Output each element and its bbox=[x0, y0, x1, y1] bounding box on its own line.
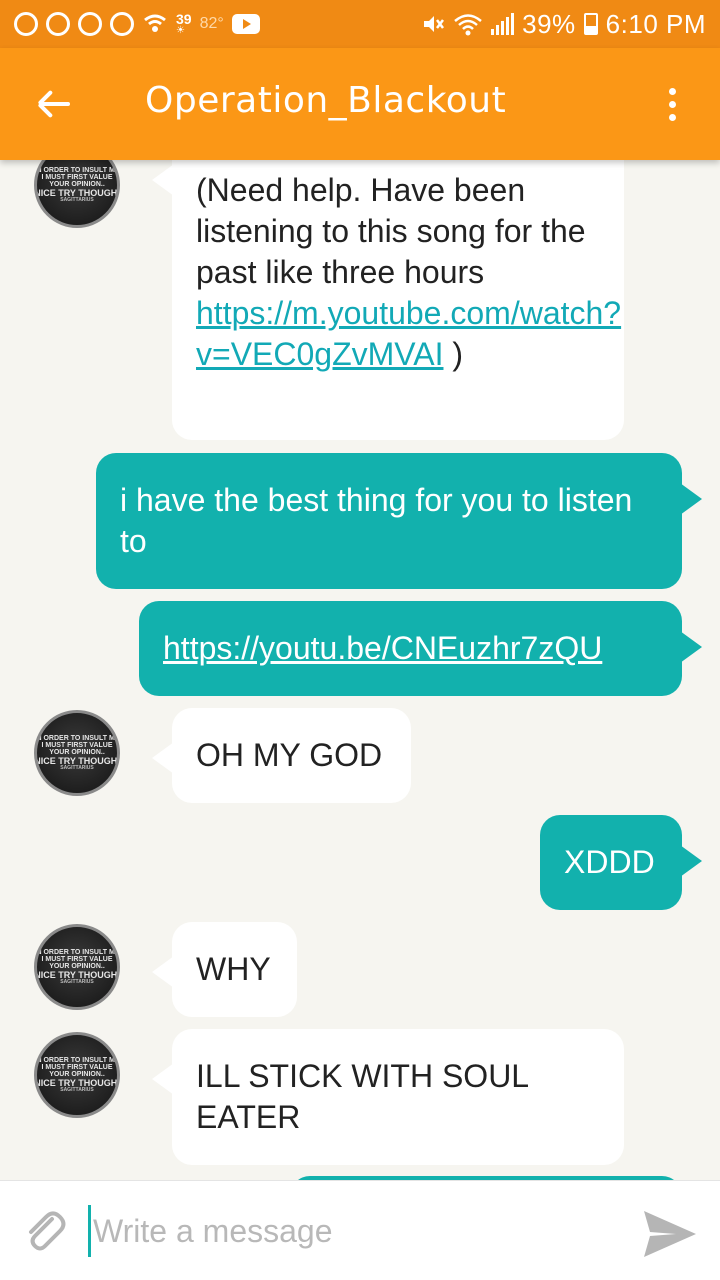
message-link[interactable]: https://youtu.be/CNEuzhr7zQU bbox=[163, 628, 602, 669]
clock: 6:10 PM bbox=[605, 8, 706, 39]
message-composer bbox=[0, 1180, 720, 1280]
weather-temp-top: 39 bbox=[176, 11, 192, 27]
message-text-suffix: ) bbox=[443, 336, 464, 372]
weather-temperature: 82° bbox=[199, 15, 224, 32]
avatar[interactable]: IN ORDER TO INSULT ME I MUST FIRST VALUE… bbox=[34, 924, 120, 1010]
message-input[interactable] bbox=[88, 1205, 608, 1257]
message-text: ILL STICK WITH SOUL EATER bbox=[196, 1058, 528, 1135]
avatar[interactable]: IN ORDER TO INSULT ME I MUST FIRST VALUE… bbox=[34, 160, 120, 228]
status-bar-notifications: 39 ☀ 82° bbox=[14, 12, 260, 36]
incoming-message[interactable]: (Need help. Have been listening to this … bbox=[152, 160, 624, 440]
chat-title: Operation_Blackout bbox=[145, 80, 507, 121]
app-bar: Operation_Blackout bbox=[0, 48, 720, 160]
pinterest-icon bbox=[78, 12, 102, 36]
back-arrow-icon bbox=[37, 89, 70, 119]
avatar[interactable]: IN ORDER TO INSULT ME I MUST FIRST VALUE… bbox=[34, 1032, 120, 1118]
message-text: OH MY GOD bbox=[196, 737, 383, 773]
battery-percent: 39% bbox=[522, 8, 576, 39]
more-options-icon[interactable] bbox=[650, 80, 694, 128]
attach-icon[interactable] bbox=[18, 1205, 70, 1257]
incoming-message[interactable]: WHY bbox=[152, 922, 297, 1017]
message-text: (Need help. Have been listening to this … bbox=[196, 172, 586, 290]
wifi-call-icon bbox=[144, 14, 166, 32]
outgoing-message[interactable]: i have the best thing for you to listen … bbox=[96, 453, 702, 589]
app-icon bbox=[46, 12, 70, 36]
signal-icon bbox=[491, 13, 515, 35]
weather-icon: 39 ☀ bbox=[176, 11, 192, 36]
outgoing-message[interactable]: https://youtu.be/CNEuzhr7zQU bbox=[139, 601, 702, 696]
youtube-icon bbox=[231, 14, 260, 34]
message-text: XDDD bbox=[564, 844, 655, 880]
avatar[interactable]: IN ORDER TO INSULT ME I MUST FIRST VALUE… bbox=[34, 710, 120, 796]
outgoing-message[interactable]: XDDD bbox=[540, 815, 702, 910]
incoming-message[interactable]: OH MY GOD bbox=[152, 708, 411, 803]
battery-icon bbox=[583, 13, 598, 35]
status-bar-system: 39% 6:10 PM bbox=[421, 9, 706, 40]
message-text: i have the best thing for you to listen … bbox=[120, 482, 633, 559]
message-text: WHY bbox=[196, 951, 271, 987]
mute-icon bbox=[424, 16, 445, 32]
status-bar: 39 ☀ 82° 39% 6:10 PM bbox=[0, 0, 720, 48]
message-link[interactable]: https://m.youtube.com/watch?v=VEC0gZvMVA… bbox=[196, 295, 621, 372]
send-icon[interactable] bbox=[640, 1207, 700, 1261]
wifi-icon bbox=[454, 14, 482, 36]
back-button[interactable] bbox=[28, 78, 80, 130]
hangouts-icon bbox=[110, 12, 134, 36]
app-icon bbox=[14, 12, 38, 36]
incoming-message[interactable]: ILL STICK WITH SOUL EATER bbox=[152, 1029, 624, 1165]
message-list[interactable]: IN ORDER TO INSULT ME I MUST FIRST VALUE… bbox=[0, 160, 720, 1180]
